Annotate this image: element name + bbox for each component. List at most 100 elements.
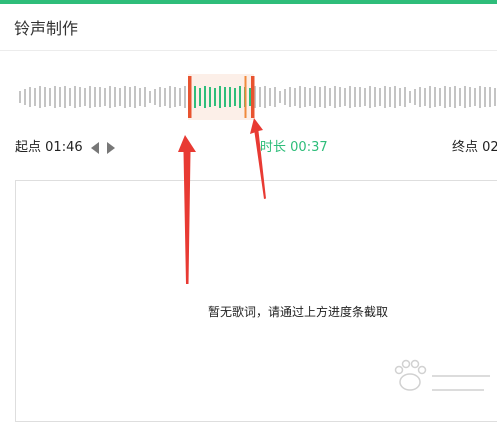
waveform-bar (119, 88, 121, 106)
waveform-bar (144, 87, 146, 107)
waveform-bars (19, 86, 496, 108)
waveform-bar (279, 91, 281, 103)
waveform-bar-selected (229, 87, 231, 107)
waveform-bar (19, 91, 21, 103)
waveform-bar (304, 87, 306, 107)
waveform-bar (49, 88, 51, 106)
waveform-bar (289, 87, 291, 107)
waveform-bar (114, 87, 116, 107)
waveform-bar-selected (204, 86, 206, 108)
waveform-bar (274, 87, 276, 107)
waveform-bar (174, 87, 176, 107)
waveform-bar (84, 88, 86, 106)
waveform-bar (74, 86, 76, 108)
waveform-bar (94, 87, 96, 107)
waveform-bar (494, 88, 496, 106)
waveform-bar (429, 86, 431, 108)
waveform-bar (374, 87, 376, 107)
waveform-bar (334, 86, 336, 108)
waveform-bar (24, 89, 26, 105)
triangle-right-icon[interactable] (106, 141, 115, 154)
waveform-bar (469, 87, 471, 107)
triangle-left-icon[interactable] (90, 141, 99, 154)
end-handle[interactable] (251, 76, 255, 118)
start-label: 起点 (15, 140, 42, 155)
waveform-bar (264, 86, 266, 108)
waveform-bar (329, 88, 331, 106)
waveform-bar (129, 87, 131, 107)
page-title: 铃声制作 (14, 19, 79, 38)
waveform-bar-selected (234, 88, 236, 106)
waveform-bar (359, 87, 361, 107)
waveform-bar-selected (199, 88, 201, 106)
waveform-trimmer[interactable] (0, 74, 497, 120)
waveform-bar (489, 87, 491, 107)
waveform-bar (179, 88, 181, 106)
waveform-bar (59, 87, 61, 107)
playhead-marker (244, 76, 247, 118)
waveform-bar (459, 88, 461, 106)
waveform-bar (284, 89, 286, 105)
end-info: 终点 02 (452, 136, 497, 155)
waveform-bar (184, 86, 186, 108)
waveform-bar (319, 87, 321, 107)
waveform-bar (389, 87, 391, 107)
waveform-bar (414, 89, 416, 105)
waveform-bar (449, 87, 451, 107)
waveform-bar (409, 91, 411, 103)
top-accent-bar (0, 0, 497, 4)
waveform-bar (124, 86, 126, 108)
waveform-bar (464, 86, 466, 108)
waveform-bar (104, 88, 106, 106)
waveform-bar (29, 87, 31, 107)
waveform-bar (39, 86, 41, 108)
lyrics-empty-message: 暂无歌词，请通过上方进度条截取 (208, 305, 389, 319)
waveform-bar (474, 88, 476, 106)
waveform-bar (134, 86, 136, 108)
waveform-bar (259, 87, 261, 107)
waveform-bar (109, 86, 111, 108)
waveform-bar (419, 87, 421, 107)
waveform-bar (384, 86, 386, 108)
paw-watermark-icon (394, 359, 490, 391)
waveform-bar (444, 86, 446, 108)
waveform-bar (454, 86, 456, 108)
waveform-bar-selected (194, 86, 196, 108)
waveform-bar (354, 87, 356, 107)
waveform-bar (424, 88, 426, 106)
waveform-bar (154, 89, 156, 105)
waveform-bar-selected (249, 88, 251, 106)
waveform-bar (64, 86, 66, 108)
waveform-bar (294, 88, 296, 106)
duration-info: 时长 00:37 (260, 136, 328, 155)
waveform-bar (54, 86, 56, 108)
start-time: 01:46 (45, 140, 83, 155)
waveform-bar (344, 88, 346, 106)
waveform-bar-selected (224, 87, 226, 107)
waveform-bar-selected (209, 87, 211, 107)
waveform-bar (394, 86, 396, 108)
start-info: 起点 01:46 (15, 136, 115, 155)
waveform-bar (379, 88, 381, 106)
waveform-bar-selected (214, 88, 216, 106)
waveform-bar (169, 86, 171, 108)
waveform-bar (434, 87, 436, 107)
waveform-bar (79, 87, 81, 107)
waveform-bar (309, 88, 311, 106)
waveform-bar (314, 86, 316, 108)
waveform-bar (69, 88, 71, 106)
duration-time: 00:37 (290, 140, 328, 155)
waveform-bar (404, 87, 406, 107)
waveform-bar (364, 88, 366, 106)
waveform-bar-selected (219, 86, 221, 108)
end-label: 终点 (452, 140, 479, 155)
waveform-bar (164, 88, 166, 106)
waveform-bar (159, 87, 161, 107)
waveform-bar (269, 88, 271, 106)
waveform-bar (484, 87, 486, 107)
waveform-bar (99, 87, 101, 107)
waveform-bar (139, 88, 141, 106)
duration-label: 时长 (260, 140, 287, 155)
start-handle[interactable] (188, 76, 192, 118)
waveform-bar (479, 86, 481, 108)
